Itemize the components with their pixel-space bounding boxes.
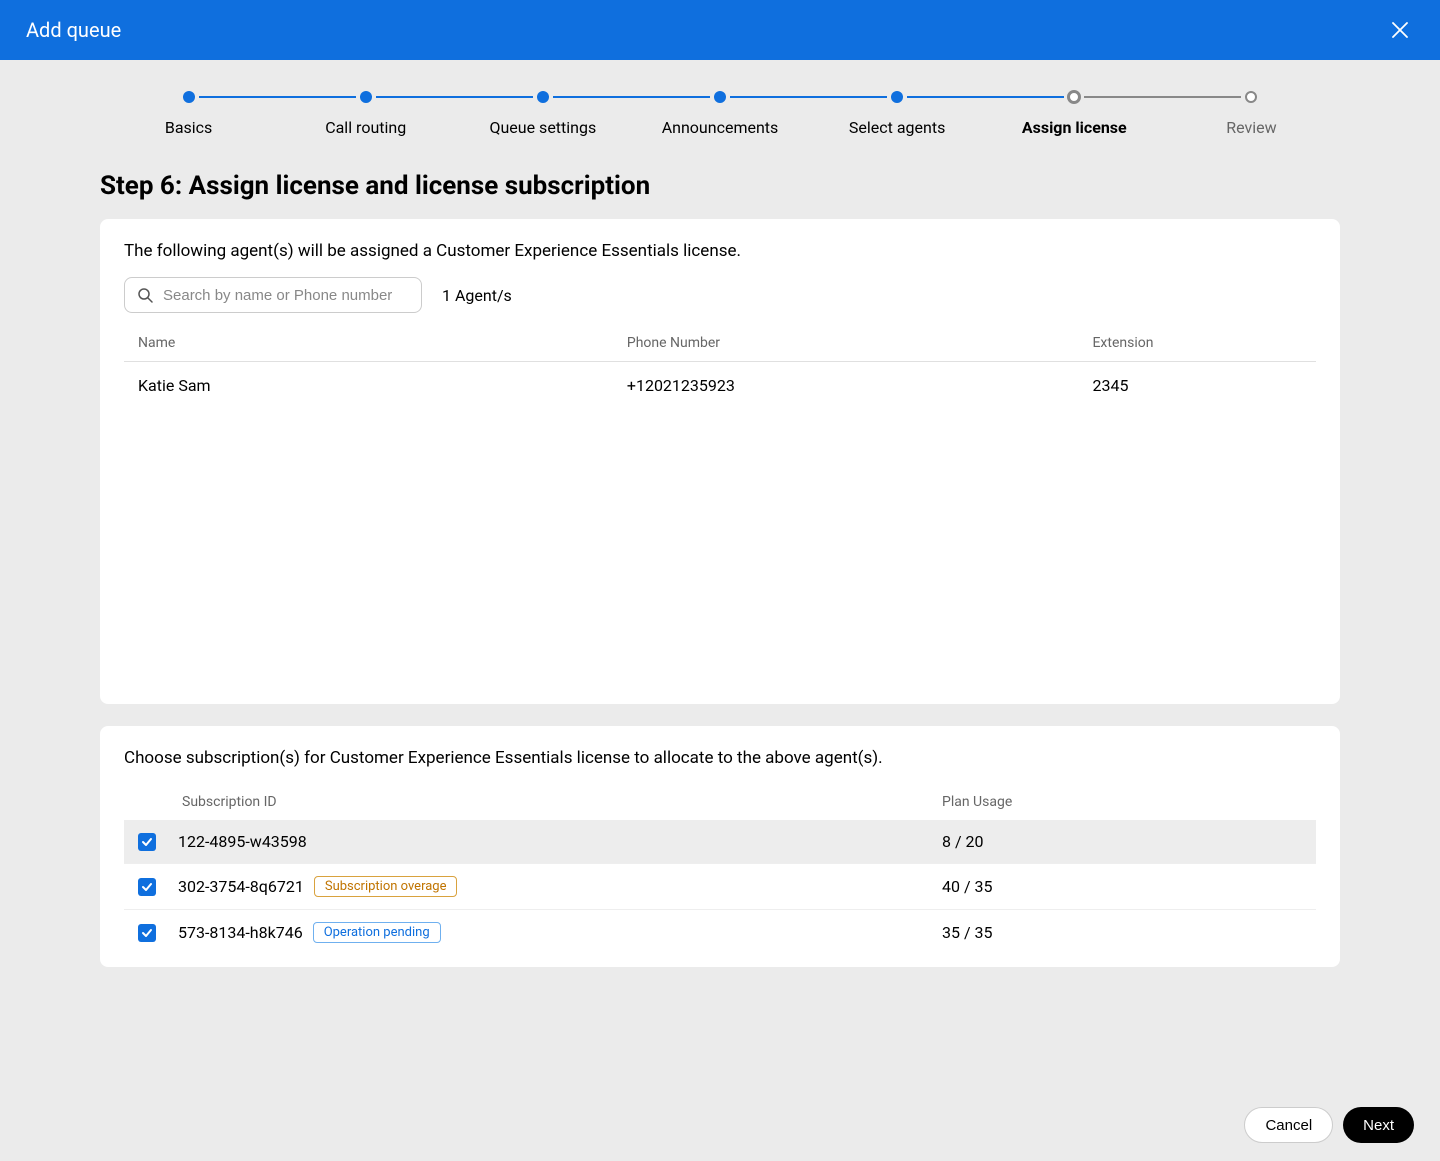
step-label: Select agents bbox=[849, 118, 945, 137]
subscriptions-description: Choose subscription(s) for Customer Expe… bbox=[124, 748, 1316, 768]
step-select-agents[interactable]: Select agents bbox=[809, 90, 986, 137]
close-icon bbox=[1390, 20, 1410, 40]
search-box[interactable] bbox=[124, 277, 422, 313]
table-row[interactable]: 573-8134-h8k746 Operation pending 35 / 35 bbox=[124, 910, 1316, 955]
step-dot bbox=[1067, 90, 1081, 104]
check-icon bbox=[141, 881, 153, 893]
col-phone: Phone Number bbox=[627, 335, 1093, 351]
search-icon bbox=[137, 287, 153, 303]
subscriptions-panel: Choose subscription(s) for Customer Expe… bbox=[100, 726, 1340, 967]
subscription-id: 302-3754-8q6721 bbox=[178, 877, 304, 896]
agents-panel: The following agent(s) will be assigned … bbox=[100, 219, 1340, 704]
table-row[interactable]: 302-3754-8q6721 Subscription overage 40 / … bbox=[124, 864, 1316, 910]
search-input[interactable] bbox=[163, 287, 409, 304]
col-subscription-id: Subscription ID bbox=[178, 794, 942, 810]
cell-phone: +12021235923 bbox=[627, 376, 1093, 395]
step-dot bbox=[537, 91, 549, 103]
agents-description: The following agent(s) will be assigned … bbox=[124, 241, 1316, 261]
step-label: Call routing bbox=[325, 118, 406, 137]
table-row[interactable]: 122-4895-w43598 8 / 20 bbox=[124, 820, 1316, 864]
checkbox[interactable] bbox=[138, 924, 156, 942]
footer: Cancel Next bbox=[1244, 1107, 1414, 1143]
page-title: Step 6: Assign license and license subsc… bbox=[100, 171, 1340, 201]
step-dot bbox=[891, 91, 903, 103]
status-badge: Subscription overage bbox=[314, 876, 458, 897]
modal-title: Add queue bbox=[26, 18, 121, 42]
cancel-button[interactable]: Cancel bbox=[1244, 1107, 1333, 1143]
subscription-id: 573-8134-h8k746 bbox=[178, 923, 303, 942]
step-label: Assign license bbox=[1022, 118, 1127, 137]
modal-header: Add queue bbox=[0, 0, 1440, 60]
step-call-routing[interactable]: Call routing bbox=[277, 90, 454, 137]
step-dot bbox=[183, 91, 195, 103]
step-label: Announcements bbox=[662, 118, 779, 137]
step-review[interactable]: Review bbox=[1163, 90, 1340, 137]
table-row[interactable]: Katie Sam+120212359232345 bbox=[124, 362, 1316, 409]
subscription-id: 122-4895-w43598 bbox=[178, 832, 307, 851]
subscriptions-table-header: Subscription ID Plan Usage bbox=[124, 784, 1316, 820]
stepper: Basics Call routing Queue settings Announce… bbox=[100, 60, 1340, 147]
plan-usage: 8 / 20 bbox=[942, 832, 1302, 851]
next-button[interactable]: Next bbox=[1343, 1107, 1414, 1143]
step-basics[interactable]: Basics bbox=[100, 90, 277, 137]
cell-name: Katie Sam bbox=[138, 376, 627, 395]
checkbox[interactable] bbox=[138, 878, 156, 896]
step-dot bbox=[1245, 91, 1257, 103]
col-plan-usage: Plan Usage bbox=[942, 794, 1302, 810]
close-button[interactable] bbox=[1386, 16, 1414, 44]
col-name: Name bbox=[138, 335, 627, 351]
agent-count: 1 Agent/s bbox=[442, 286, 512, 305]
step-announcements[interactable]: Announcements bbox=[631, 90, 808, 137]
step-dot bbox=[714, 91, 726, 103]
plan-usage: 35 / 35 bbox=[942, 923, 1302, 942]
step-assign-license[interactable]: Assign license bbox=[986, 90, 1163, 137]
agents-table-header: Name Phone Number Extension bbox=[124, 327, 1316, 362]
step-label: Basics bbox=[165, 118, 212, 137]
step-queue-settings[interactable]: Queue settings bbox=[454, 90, 631, 137]
check-icon bbox=[141, 836, 153, 848]
step-dot bbox=[360, 91, 372, 103]
plan-usage: 40 / 35 bbox=[942, 877, 1302, 896]
checkbox[interactable] bbox=[138, 833, 156, 851]
col-ext: Extension bbox=[1092, 335, 1302, 351]
cell-ext: 2345 bbox=[1092, 376, 1302, 395]
step-label: Queue settings bbox=[489, 118, 596, 137]
step-label: Review bbox=[1226, 118, 1276, 137]
status-badge: Operation pending bbox=[313, 922, 441, 943]
check-icon bbox=[141, 927, 153, 939]
